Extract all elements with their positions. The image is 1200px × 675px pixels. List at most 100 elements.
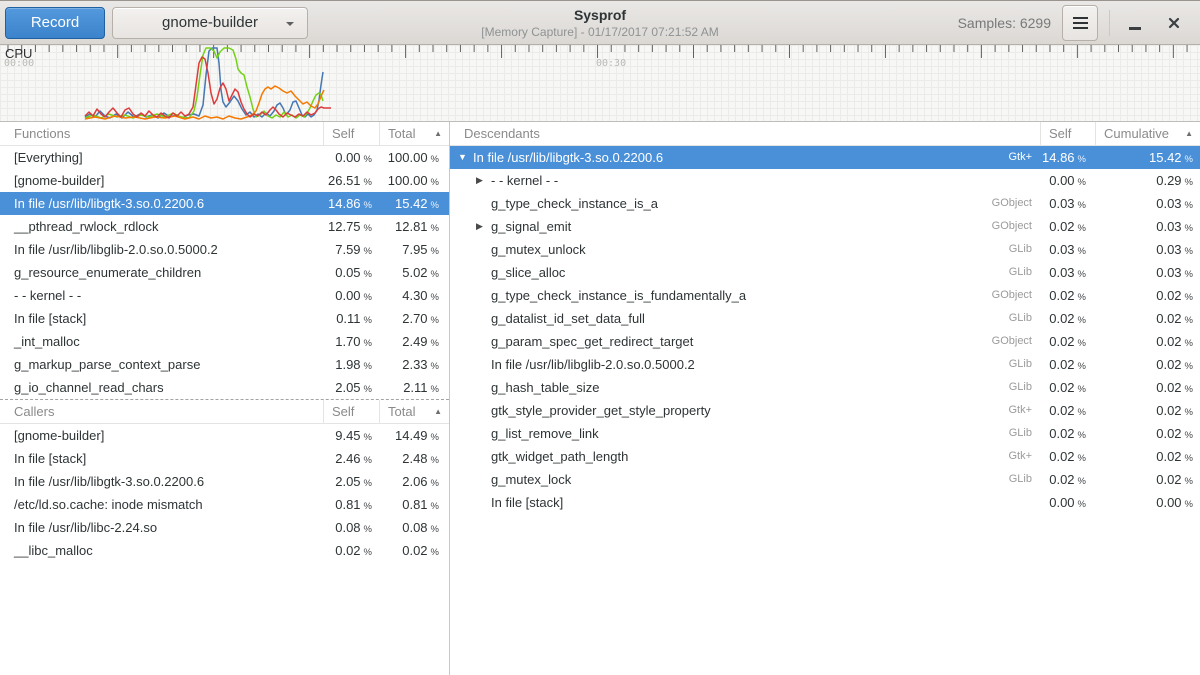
target-select-value: gnome-builder	[162, 14, 258, 31]
table-row[interactable]: g_slice_allocGLib0.03%0.03%	[450, 261, 1200, 284]
table-row[interactable]: In file [stack]0.00%0.00%	[450, 491, 1200, 514]
minimize-button[interactable]	[1121, 9, 1149, 37]
library-tag: Gtk+	[1008, 399, 1040, 422]
table-row[interactable]: In file /usr/lib/libgtk-3.so.0.2200.62.0…	[0, 470, 449, 493]
self-value: 0.00%	[323, 146, 379, 169]
column-header-functions[interactable]: Functions	[0, 122, 323, 145]
table-row[interactable]: /etc/ld.so.cache: inode mismatch0.81%0.8…	[0, 493, 449, 516]
total-value: 12.81%	[379, 215, 449, 238]
table-row[interactable]: g_type_check_instance_is_fundamentally_a…	[450, 284, 1200, 307]
function-name: g_mutex_unlock	[491, 238, 586, 261]
callers-table: Callers Self Total ▲ [gnome-builder]9.45…	[0, 399, 449, 562]
column-header-cumulative[interactable]: Cumulative ▲	[1095, 122, 1200, 145]
menu-button[interactable]	[1062, 5, 1098, 41]
function-name: g_type_check_instance_is_a	[491, 192, 658, 215]
minimize-icon	[1129, 27, 1141, 30]
headerbar-separator	[1109, 10, 1110, 36]
row-name-cell: g_mutex_lockGLib	[450, 468, 1040, 491]
column-header-total[interactable]: Total ▲	[379, 400, 449, 423]
samples-count: Samples: 6299	[958, 15, 1051, 31]
total-value: 2.11%	[379, 376, 449, 399]
table-row[interactable]: ▼In file /usr/lib/libgtk-3.so.0.2200.6Gt…	[450, 146, 1200, 169]
descendants-rows: ▼In file /usr/lib/libgtk-3.so.0.2200.6Gt…	[450, 146, 1200, 514]
library-tag: GLib	[1009, 353, 1040, 376]
table-row[interactable]: g_datalist_id_set_data_fullGLib0.02%0.02…	[450, 307, 1200, 330]
function-name: In file /usr/lib/libgtk-3.so.0.2200.6	[14, 196, 204, 211]
record-button[interactable]: Record	[5, 7, 105, 39]
table-row[interactable]: gtk_widget_path_lengthGtk+0.02%0.02%	[450, 445, 1200, 468]
sort-ascending-icon: ▲	[1185, 122, 1200, 145]
table-row[interactable]: _int_malloc1.70%2.49%	[0, 330, 449, 353]
table-row[interactable]: [gnome-builder]9.45%14.49%	[0, 424, 449, 447]
expander-open-icon[interactable]: ▼	[458, 146, 473, 169]
column-header-self[interactable]: Self	[323, 400, 379, 423]
column-header-callers[interactable]: Callers	[0, 400, 323, 423]
row-name-cell: g_mutex_unlockGLib	[450, 238, 1040, 261]
header-right-controls: Samples: 6299	[958, 5, 1200, 41]
right-pane: Descendants Self Cumulative ▲ ▼In file /…	[450, 122, 1200, 675]
table-row[interactable]: In file /usr/lib/libglib-2.0.so.0.5000.2…	[0, 238, 449, 261]
column-header-self[interactable]: Self	[1040, 122, 1095, 145]
function-name: [gnome-builder]	[14, 428, 104, 443]
function-name: In file /usr/lib/libglib-2.0.so.0.5000.2	[491, 353, 695, 376]
table-row[interactable]: g_type_check_instance_is_aGObject0.03%0.…	[450, 192, 1200, 215]
function-name: In file /usr/lib/libc-2.24.so	[14, 520, 157, 535]
column-header-descendants[interactable]: Descendants	[450, 122, 1040, 145]
expander-closed-icon[interactable]: ▶	[476, 215, 491, 238]
table-row[interactable]: g_io_channel_read_chars2.05%2.11%	[0, 376, 449, 399]
self-value: 0.02%	[1040, 376, 1095, 399]
table-row[interactable]: __pthread_rwlock_rdlock12.75%12.81%	[0, 215, 449, 238]
self-value: 12.75%	[323, 215, 379, 238]
function-name: g_markup_parse_context_parse	[14, 357, 200, 372]
table-row[interactable]: In file /usr/lib/libglib-2.0.so.0.5000.2…	[450, 353, 1200, 376]
row-name-cell: g_markup_parse_context_parse	[0, 353, 323, 376]
total-value: 0.02%	[1095, 284, 1200, 307]
table-row[interactable]: [gnome-builder]26.51%100.00%	[0, 169, 449, 192]
table-row[interactable]: g_hash_table_sizeGLib0.02%0.02%	[450, 376, 1200, 399]
self-value: 0.02%	[1040, 399, 1095, 422]
column-header-total[interactable]: Total ▲	[379, 122, 449, 145]
table-row[interactable]: g_list_remove_linkGLib0.02%0.02%	[450, 422, 1200, 445]
total-value: 2.33%	[379, 353, 449, 376]
table-row[interactable]: g_mutex_lockGLib0.02%0.02%	[450, 468, 1200, 491]
library-tag: GLib	[1009, 307, 1040, 330]
expander-closed-icon[interactable]: ▶	[476, 169, 491, 192]
table-row[interactable]: In file /usr/lib/libc-2.24.so0.08%0.08%	[0, 516, 449, 539]
total-value: 15.42%	[379, 192, 449, 215]
row-name-cell: g_list_remove_linkGLib	[450, 422, 1040, 445]
callers-table-header: Callers Self Total ▲	[0, 400, 449, 424]
table-row[interactable]: __libc_malloc0.02%0.02%	[0, 539, 449, 562]
column-header-self[interactable]: Self	[323, 122, 379, 145]
self-value: 2.05%	[323, 470, 379, 493]
row-name-cell: In file [stack]	[0, 307, 323, 330]
table-row[interactable]: In file [stack]2.46%2.48%	[0, 447, 449, 470]
table-row[interactable]: In file /usr/lib/libgtk-3.so.0.2200.614.…	[0, 192, 449, 215]
self-value: 1.98%	[323, 353, 379, 376]
table-row[interactable]: [Everything]0.00%100.00%	[0, 146, 449, 169]
table-row[interactable]: In file [stack]0.11%2.70%	[0, 307, 449, 330]
table-row[interactable]: g_mutex_unlockGLib0.03%0.03%	[450, 238, 1200, 261]
table-row[interactable]: - - kernel - -0.00%4.30%	[0, 284, 449, 307]
table-row[interactable]: ▶- - kernel - -0.00%0.29%	[450, 169, 1200, 192]
function-name: [Everything]	[14, 150, 83, 165]
cpu-graph[interactable]: CPU 00:00 00:30	[0, 45, 1200, 122]
target-select[interactable]: gnome-builder	[112, 7, 308, 39]
column-header-total-label: Total	[388, 122, 415, 145]
total-value: 14.49%	[379, 424, 449, 447]
time-ticks-icon	[8, 45, 1187, 58]
table-row[interactable]: g_markup_parse_context_parse 1.98%2.33%	[0, 353, 449, 376]
table-row[interactable]: ▶g_signal_emitGObject0.02%0.03%	[450, 215, 1200, 238]
total-value: 0.02%	[1095, 422, 1200, 445]
row-name-cell: g_datalist_id_set_data_fullGLib	[450, 307, 1040, 330]
table-row[interactable]: g_param_spec_get_redirect_targetGObject0…	[450, 330, 1200, 353]
row-name-cell: ▼In file /usr/lib/libgtk-3.so.0.2200.6Gt…	[450, 146, 1040, 169]
table-row[interactable]: gtk_style_provider_get_style_propertyGtk…	[450, 399, 1200, 422]
total-value: 0.03%	[1095, 238, 1200, 261]
row-name-cell: In file /usr/lib/libgtk-3.so.0.2200.6	[0, 470, 323, 493]
column-header-total-label: Total	[388, 400, 415, 423]
close-button[interactable]	[1160, 9, 1188, 37]
row-name-cell: In file /usr/lib/libglib-2.0.so.0.5000.2…	[450, 353, 1040, 376]
row-name-cell: In file /usr/lib/libgtk-3.so.0.2200.6	[0, 192, 323, 215]
table-row[interactable]: g_resource_enumerate_children0.05%5.02%	[0, 261, 449, 284]
function-name: _int_malloc	[14, 334, 80, 349]
